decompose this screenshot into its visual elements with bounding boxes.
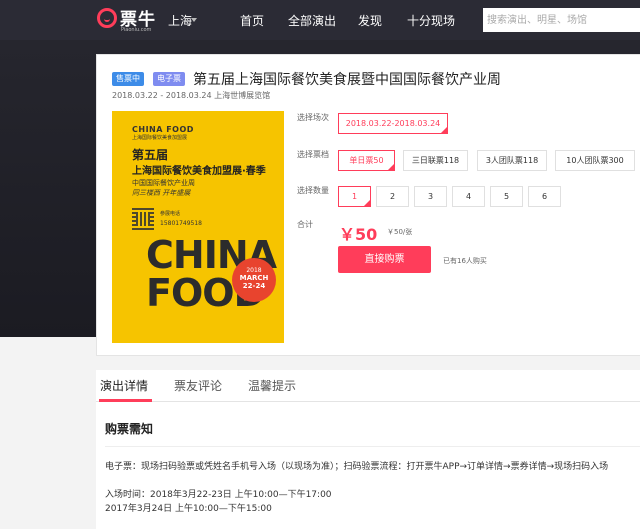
nav-item-discover[interactable]: 发现 [358,12,382,29]
event-poster: CHINA FOOD 上海国际餐饮美食加盟展 第五届 上海国际餐饮美食加盟展·春… [112,111,284,343]
unit-price: ￥50/张 [387,228,413,236]
session-option[interactable]: 2018.03.22-2018.03.24 [338,113,448,134]
poster-phone-label: 参展电话 [160,211,181,217]
divider [105,446,640,447]
event-title: 第五届上海国际餐饮美食展暨中国国际餐饮产业周 [193,72,501,88]
ticket-type-badge: 电子票 [153,72,185,86]
poster-days: 22-24 [242,282,266,290]
quantity-option[interactable]: 1 [338,186,371,207]
quantity-option[interactable]: 6 [528,186,561,207]
total-price: ￥50 [339,225,378,244]
event-card: 售票中 电子票 第五届上海国际餐饮美食展暨中国国际餐饮产业周 2018.03.2… [96,54,640,356]
ticket-tier-label: 选择票档 [297,150,329,159]
city-selector[interactable]: 上海 [168,12,192,29]
poster-line: 中国国际餐饮产业周 [132,179,195,187]
ticket-tier-option[interactable]: 三日联票118 [403,150,468,171]
quantity-option[interactable]: 5 [490,186,523,207]
poster-phone: 15801749518 [160,220,202,227]
notice-entry-time: 入场时间：2018年3月22-23日 上午10:00—下午17:00 [105,490,332,500]
poster-month: MARCH [239,274,269,282]
session-label: 选择场次 [297,113,329,122]
status-badge: 售票中 [112,72,144,86]
nav-item-all-shows[interactable]: 全部演出 [288,12,336,29]
notice-ticket-info: 电子票：现场扫码验票或凭姓名手机号入场（以现场为准）；扫码验票流程：打开票牛AP… [105,462,609,472]
poster-subheading: 上海国际餐饮美食加盟展·春季 [132,166,266,177]
poster-brand-sub: 上海国际餐饮美食加盟展 [132,135,188,141]
top-navigation-bar: 票牛 Piaoniu.com 上海 首页 全部演出 发现 十分现场 [0,0,640,40]
tab-reviews[interactable]: 票友评论 [174,377,222,394]
quantity-option[interactable]: 4 [452,186,485,207]
poster-heading: 第五届 [132,148,169,162]
poster-year: 2018 [246,267,262,274]
purchase-notice: 购票需知 电子票：现场扫码验票或凭姓名手机号入场（以现场为准）；扫码验票流程：打… [96,402,640,529]
poster-brand: CHINA FOOD [132,125,194,134]
nav-item-home[interactable]: 首页 [240,12,264,29]
search-input[interactable] [483,8,640,32]
notice-title: 购票需知 [105,422,154,436]
detail-tabs: 演出详情 票友评论 温馨提示 [96,370,640,402]
total-label: 合计 [297,220,313,229]
event-date-venue: 2018.03.22 - 2018.03.24 上海世博展览馆 [112,91,271,100]
logo-subtext: Piaoniu.com [121,27,152,33]
quantity-option[interactable]: 2 [376,186,409,207]
poster-tagline: 同三楼西 开年盛展 [132,189,191,197]
ticket-tier-option[interactable]: 3人团队票118 [477,150,547,171]
buy-now-button[interactable]: 直接购票 [338,246,431,273]
quantity-option[interactable]: 3 [414,186,447,207]
chevron-down-icon[interactable] [191,18,197,22]
nav-item-live[interactable]: 十分现场 [407,12,455,29]
qr-code-icon [132,208,154,230]
ticket-tier-option[interactable]: 单日票50 [338,150,395,171]
tab-tips[interactable]: 温馨提示 [248,377,296,394]
quantity-label: 选择数量 [297,186,329,195]
ticket-tier-option[interactable]: 10人团队票300 [555,150,635,171]
poster-date-badge: 2018 MARCH 22-24 [232,258,276,302]
logo-icon[interactable] [97,8,117,28]
sold-count: 已有16人购买 [443,257,487,265]
notice-entry-time: 2017年3月24日 上午10:00—下午15:00 [105,504,272,514]
tab-show-details[interactable]: 演出详情 [100,377,148,394]
